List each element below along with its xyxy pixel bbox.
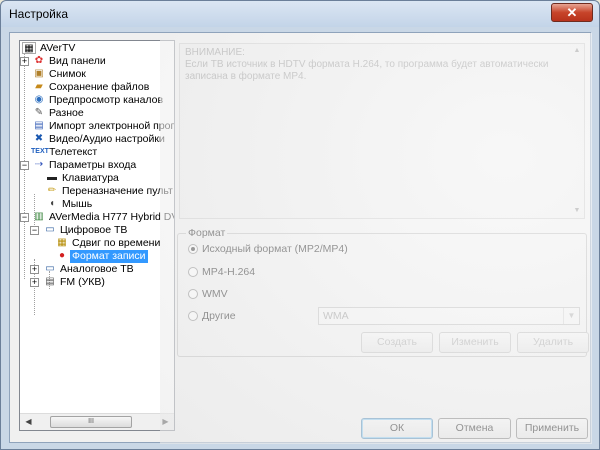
expand-icon[interactable]: + [20, 57, 29, 66]
notice-textbox[interactable]: ВНИМАНИЕ: Если ТВ источник в HDTV формат… [179, 43, 585, 219]
format-group-title: Формат [186, 227, 228, 239]
expand-icon[interactable]: + [30, 265, 39, 274]
radio-other[interactable] [188, 311, 198, 321]
tree-horizontal-scrollbar[interactable]: ◀ III ▶ [20, 413, 174, 430]
averTV-icon: ▦ [22, 42, 36, 54]
title-bar[interactable]: Настройка ✕ [1, 1, 599, 27]
av-settings-icon: ✖ [34, 133, 44, 144]
digital-tv-icon: ▭ [45, 224, 55, 235]
apply-button[interactable]: Применить [516, 418, 588, 439]
cancel-button[interactable]: Отмена [438, 418, 511, 439]
channel-preview-icon: ◉ [34, 94, 44, 105]
create-button[interactable]: Создать [361, 332, 433, 353]
other-format-value: WMA [323, 310, 349, 322]
scroll-left-icon[interactable]: ◀ [20, 414, 37, 430]
record-icon: ● [58, 250, 66, 261]
remote-remap-icon: ✏ [47, 185, 57, 196]
close-icon: ✕ [566, 5, 578, 20]
notice-body: Если ТВ источник в HDTV формата H.264, т… [185, 59, 549, 82]
teletext-icon: TEXT [31, 148, 49, 155]
collapse-icon[interactable]: − [20, 161, 29, 170]
analog-tv-icon: ▭ [45, 263, 55, 274]
settings-window: Настройка ✕ ▦ AVerTV + ✿ Вид панели ▣ Сн… [0, 0, 600, 450]
radio-other-label[interactable]: Другие [202, 310, 236, 322]
radio-mp4-h264[interactable] [188, 267, 198, 277]
file-save-icon: ▰ [35, 81, 43, 92]
misc-icon: ✎ [34, 107, 44, 118]
radio-wmv[interactable] [188, 289, 198, 299]
chevron-down-icon[interactable]: ▼ [563, 308, 579, 324]
keyboard-icon: ▬ [47, 172, 57, 183]
scroll-right-icon[interactable]: ▶ [157, 414, 174, 430]
notice-vertical-scrollbar[interactable]: ▲ ▼ [570, 44, 584, 218]
radio-wmv-label[interactable]: WMV [202, 288, 228, 300]
epg-import-icon: ▤ [34, 120, 44, 131]
scroll-down-icon[interactable]: ▼ [570, 204, 584, 218]
window-title: Настройка [9, 7, 69, 21]
snapshot-icon: ▣ [34, 68, 44, 79]
edit-button[interactable]: Изменить [439, 332, 511, 353]
collapse-icon[interactable]: − [30, 226, 39, 235]
notice-heading: ВНИМАНИЕ: [185, 47, 245, 58]
radio-mp4-h264-label[interactable]: MP4-H.264 [202, 266, 255, 278]
input-params-icon: ⇢ [34, 159, 44, 170]
other-format-select[interactable]: WMA ▼ [318, 307, 580, 325]
radio-original-format-label[interactable]: Исходный формат (MP2/MP4) [202, 243, 348, 255]
radio-original-format[interactable] [188, 244, 198, 254]
scroll-up-icon[interactable]: ▲ [570, 44, 584, 58]
scroll-thumb[interactable]: III [50, 416, 132, 428]
expand-icon[interactable]: + [30, 278, 39, 287]
timeshift-icon: ▦ [57, 237, 67, 248]
collapse-icon[interactable]: − [20, 213, 29, 222]
delete-button[interactable]: Удалить [517, 332, 589, 353]
mouse-icon: ◖ [48, 198, 56, 209]
dialog-client-area: ▦ AVerTV + ✿ Вид панели ▣ Снимок ▰ Сохра… [9, 32, 592, 444]
tv-card-icon: ▥ [34, 211, 44, 222]
close-button[interactable]: ✕ [551, 3, 593, 22]
ok-button[interactable]: ОК [361, 418, 433, 439]
settings-tree[interactable]: ▦ AVerTV + ✿ Вид панели ▣ Снимок ▰ Сохра… [19, 40, 175, 431]
format-group: Формат Исходный формат (MP2/MP4) MP4-H.2… [177, 227, 589, 357]
fm-radio-icon: ▤ [45, 276, 55, 287]
panel-view-icon: ✿ [34, 55, 44, 66]
